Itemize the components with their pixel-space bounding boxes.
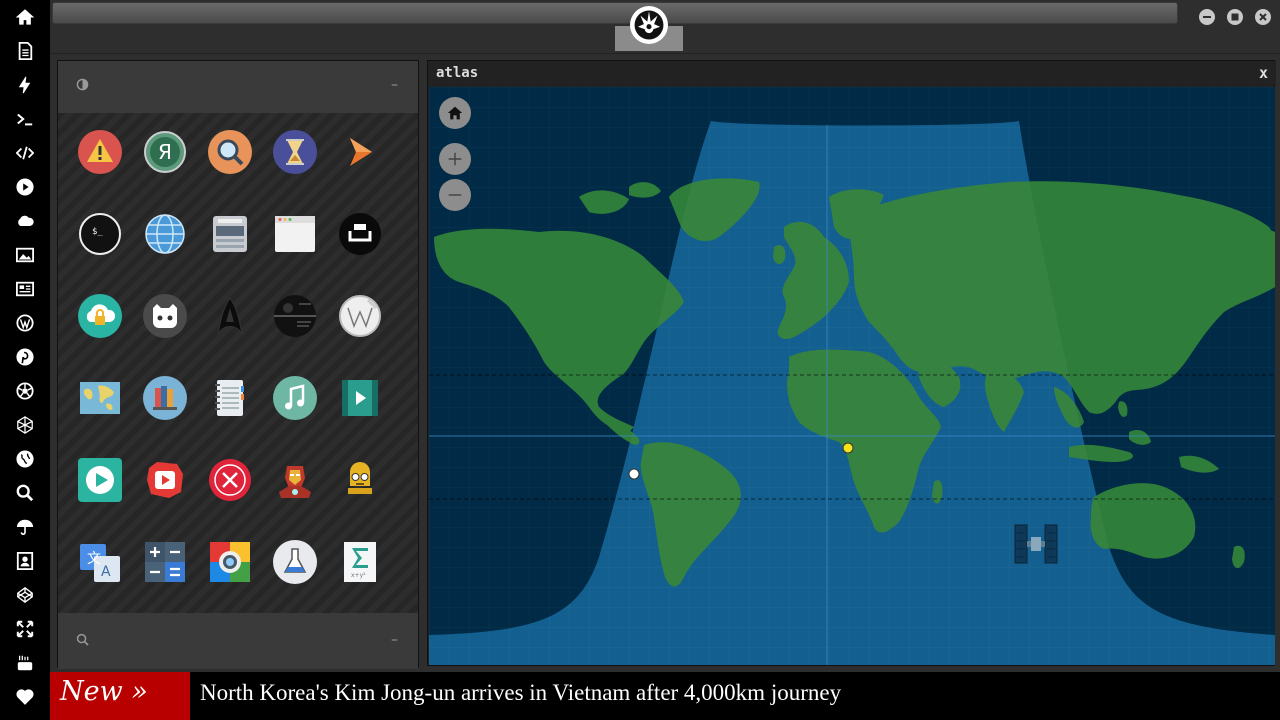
close-icon xyxy=(1259,13,1267,21)
fullscreen-icon[interactable] xyxy=(12,616,38,642)
close-button[interactable] xyxy=(1255,9,1271,25)
atlas-titlebar: atlas x xyxy=(428,61,1276,85)
map-app-icon[interactable] xyxy=(78,376,122,420)
rebel-alliance-icon xyxy=(630,6,668,44)
browser-window-icon[interactable] xyxy=(273,212,317,256)
atlas-close-button[interactable]: x xyxy=(1259,64,1268,82)
wikipedia-icon[interactable] xyxy=(338,294,382,338)
terminal-app-icon[interactable]: $_ xyxy=(78,212,122,256)
home-icon xyxy=(447,106,463,120)
cloud-icon[interactable] xyxy=(12,208,38,234)
app-launcher-panel: – Я $_ 文 A x+y² – xyxy=(57,60,419,669)
minimize-icon xyxy=(1203,16,1211,18)
svg-text:Я: Я xyxy=(158,140,172,164)
news-headline[interactable]: North Korea's Kim Jong-un arrives in Vie… xyxy=(200,680,841,706)
books-icon[interactable] xyxy=(143,376,187,420)
pinterest-icon[interactable] xyxy=(12,344,38,370)
starfleet-icon[interactable] xyxy=(208,294,252,338)
search-icon[interactable] xyxy=(12,480,38,506)
scanner-icon[interactable] xyxy=(208,212,252,256)
svg-text:A: A xyxy=(101,564,111,580)
globe-icon[interactable] xyxy=(12,446,38,472)
cloud-lock-icon[interactable] xyxy=(78,294,122,338)
c3po-icon[interactable] xyxy=(338,458,382,502)
svg-text:x+y²: x+y² xyxy=(351,572,366,579)
svg-text:文: 文 xyxy=(87,551,101,567)
atlas-window: atlas x xyxy=(427,60,1276,666)
search-icon[interactable] xyxy=(76,633,89,650)
notebook-icon[interactable] xyxy=(208,376,252,420)
terminal-icon[interactable] xyxy=(12,106,38,132)
minimize-button[interactable] xyxy=(1199,9,1215,25)
active-tab[interactable] xyxy=(615,2,683,51)
calculator-icon[interactable] xyxy=(143,540,187,584)
wordpress-icon[interactable] xyxy=(12,310,38,336)
app-dock xyxy=(0,0,50,720)
globe-app-icon[interactable] xyxy=(143,212,187,256)
quote-icon[interactable] xyxy=(338,212,382,256)
home-icon[interactable] xyxy=(12,4,38,30)
flask-icon[interactable] xyxy=(273,540,317,584)
newspaper-icon[interactable] xyxy=(12,276,38,302)
zoom-in-button[interactable] xyxy=(439,143,471,175)
news-badge: New » xyxy=(50,672,190,720)
death-star-icon[interactable] xyxy=(273,294,317,338)
app-grid: Я $_ 文 A x+y² xyxy=(58,113,418,613)
aperture-icon[interactable] xyxy=(12,378,38,404)
youtube-icon[interactable] xyxy=(12,650,38,676)
magnifier-icon[interactable] xyxy=(208,130,252,174)
codepen-icon[interactable] xyxy=(12,582,38,608)
youtube-app-icon[interactable] xyxy=(143,458,187,502)
document-icon[interactable] xyxy=(12,38,38,64)
sigma-icon[interactable]: x+y² xyxy=(338,540,382,584)
video-icon[interactable] xyxy=(338,376,382,420)
heart-icon[interactable] xyxy=(12,684,38,710)
world-map[interactable] xyxy=(429,87,1275,665)
github-icon[interactable] xyxy=(143,294,187,338)
launcher-footer: – xyxy=(58,613,418,669)
play-store-icon[interactable] xyxy=(78,458,122,502)
maximize-button[interactable] xyxy=(1227,9,1243,25)
umbrella-icon[interactable] xyxy=(12,514,38,540)
warning-icon[interactable] xyxy=(78,130,122,174)
maximize-icon xyxy=(1231,13,1239,21)
window-title: atlas xyxy=(436,65,479,81)
play-circle-icon[interactable] xyxy=(12,174,38,200)
translate-icon[interactable]: 文A xyxy=(78,540,122,584)
contrast-icon[interactable] xyxy=(76,78,89,95)
map-home-button[interactable] xyxy=(439,97,471,129)
hourglass-icon[interactable] xyxy=(273,130,317,174)
code-icon[interactable] xyxy=(12,140,38,166)
launcher-collapse-button[interactable]: – xyxy=(391,77,398,93)
zoom-out-button[interactable] xyxy=(439,179,471,211)
launcher-footer-collapse-button[interactable]: – xyxy=(391,632,398,648)
top-bar xyxy=(50,0,1280,54)
arrow-forward-icon[interactable] xyxy=(338,130,382,174)
location-marker[interactable] xyxy=(628,468,640,480)
launcher-header: – xyxy=(58,61,418,113)
photo-camera-icon[interactable] xyxy=(208,540,252,584)
mesh-icon[interactable] xyxy=(12,412,38,438)
zoom-in-icon xyxy=(448,152,462,166)
svg-text:$_: $_ xyxy=(92,227,103,237)
bolt-icon[interactable] xyxy=(12,72,38,98)
cancel-icon[interactable] xyxy=(208,458,252,502)
zoom-out-icon xyxy=(448,194,462,196)
image-icon[interactable] xyxy=(12,242,38,268)
music-icon[interactable] xyxy=(273,376,317,420)
yandex-icon[interactable]: Я xyxy=(143,130,187,174)
sun-marker[interactable] xyxy=(842,442,854,454)
news-ticker: New » North Korea's Kim Jong-un arrives … xyxy=(50,672,1280,720)
contact-card-icon[interactable] xyxy=(12,548,38,574)
iron-man-icon[interactable] xyxy=(273,458,317,502)
